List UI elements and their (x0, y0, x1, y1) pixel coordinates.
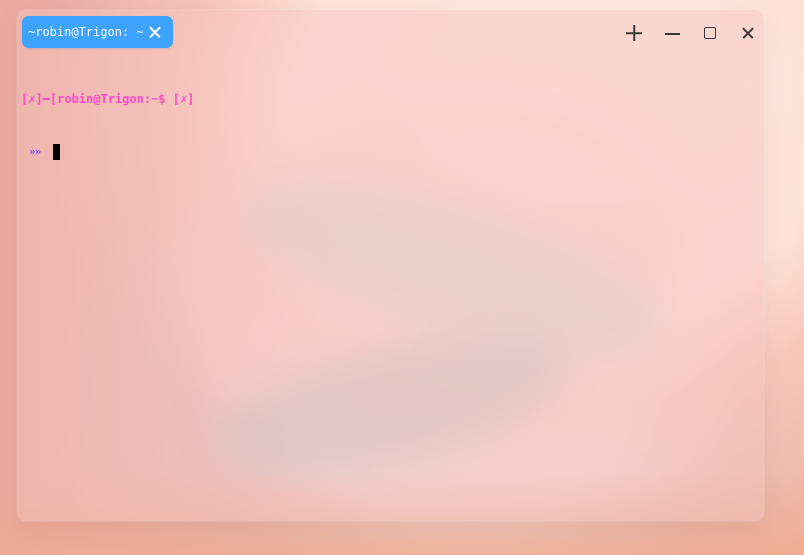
tab-title: ~robin@Trigon: ~ (28, 25, 144, 39)
terminal-cursor (53, 143, 60, 160)
prompt-status-left: [✗]━ (21, 92, 50, 106)
maximize-icon[interactable] (699, 22, 721, 44)
terminal-output[interactable]: [✗]━ [robin@Trigon:~$ [✗] »» (21, 57, 756, 513)
prompt-continuation: »» (29, 145, 41, 158)
close-icon[interactable] (149, 26, 161, 38)
desktop-wallpaper: ~robin@Trigon: ~ [✗]━ [robin@Trigon:~$ [✗… (0, 0, 804, 555)
minimize-icon[interactable] (661, 22, 683, 44)
prompt-user-host: [robin@Trigon:~$ (49, 92, 166, 106)
terminal-tab[interactable]: ~robin@Trigon: ~ (22, 16, 173, 48)
close-icon[interactable] (737, 22, 759, 44)
terminal-window[interactable]: ~robin@Trigon: ~ [✗]━ [robin@Trigon:~$ [✗… (17, 10, 764, 521)
window-controls (606, 18, 756, 48)
prompt-status-right: [✗] (165, 92, 195, 106)
command-input-line[interactable]: »» (21, 143, 756, 160)
plus-icon[interactable] (623, 22, 645, 44)
prompt-line: [✗]━ [robin@Trigon:~$ [✗] (21, 91, 756, 108)
